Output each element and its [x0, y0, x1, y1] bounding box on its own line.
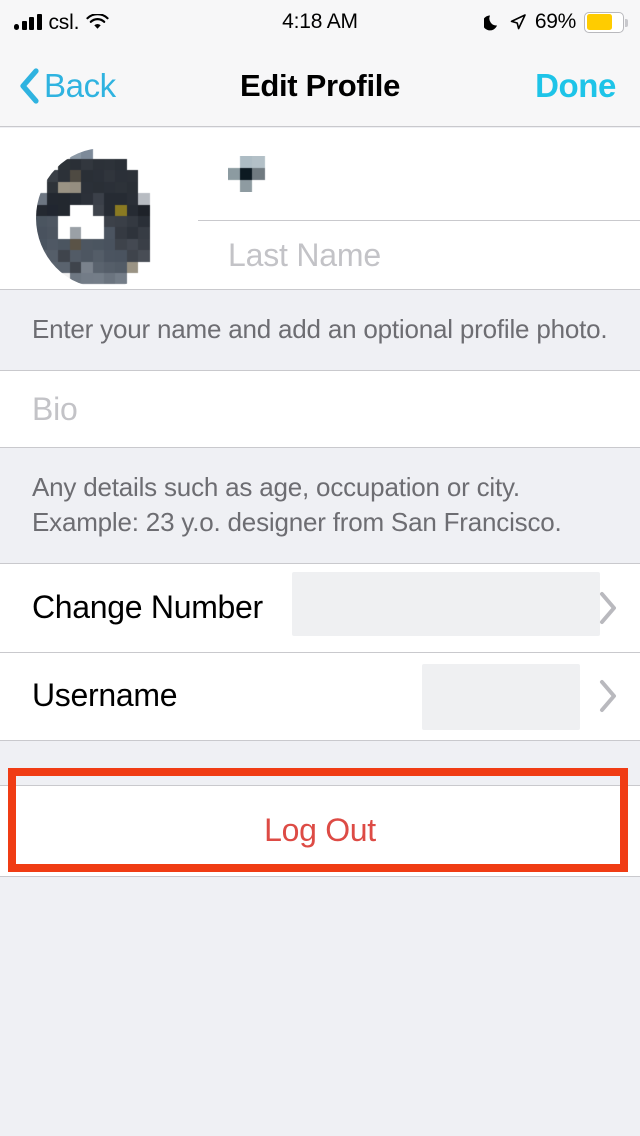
first-name-field[interactable]	[198, 128, 640, 220]
row-change-number-label: Change Number	[32, 589, 263, 626]
chevron-right-icon	[598, 679, 618, 713]
name-fields: Last Name	[198, 128, 640, 290]
status-bar-right: 69%	[482, 0, 628, 44]
first-name-redacted-value	[228, 156, 266, 192]
log-out-button[interactable]: Log Out	[0, 784, 640, 877]
moon-icon	[482, 13, 501, 31]
settings-list: Last Name Enter your name and add an opt…	[0, 128, 640, 1136]
row-change-number[interactable]: Change Number	[0, 563, 640, 652]
row-username-label: Username	[32, 677, 178, 714]
row-username[interactable]: Username	[0, 651, 640, 740]
name-section: Last Name	[0, 128, 640, 290]
row-username-redacted-value	[422, 663, 580, 730]
clock-label: 4:18 AM	[282, 10, 358, 33]
account-rows-section: Change Number Username	[0, 562, 640, 741]
log-out-label: Log Out	[264, 812, 376, 849]
battery-percent-label: 69%	[534, 10, 576, 33]
done-button[interactable]: Done	[535, 44, 616, 127]
phone-screen: csl. 4:18 AM 69% Back Edit Profile Done …	[0, 0, 640, 1136]
battery-icon	[584, 11, 628, 33]
bio-placeholder: Bio	[32, 390, 78, 427]
status-bar: csl. 4:18 AM 69%	[0, 0, 640, 44]
location-arrow-icon	[509, 13, 527, 31]
avatar[interactable]	[36, 148, 172, 288]
last-name-placeholder: Last Name	[228, 237, 381, 273]
bio-field[interactable]: Bio	[0, 370, 640, 449]
last-name-field[interactable]: Last Name	[198, 221, 640, 290]
navigation-bar: Back Edit Profile Done	[0, 44, 640, 127]
bio-section-footer: Any details such as age, occupation or c…	[32, 472, 562, 537]
name-section-footer: Enter your name and add an optional prof…	[32, 314, 608, 344]
chevron-right-icon	[598, 591, 618, 625]
row-change-number-redacted-value	[292, 571, 600, 636]
